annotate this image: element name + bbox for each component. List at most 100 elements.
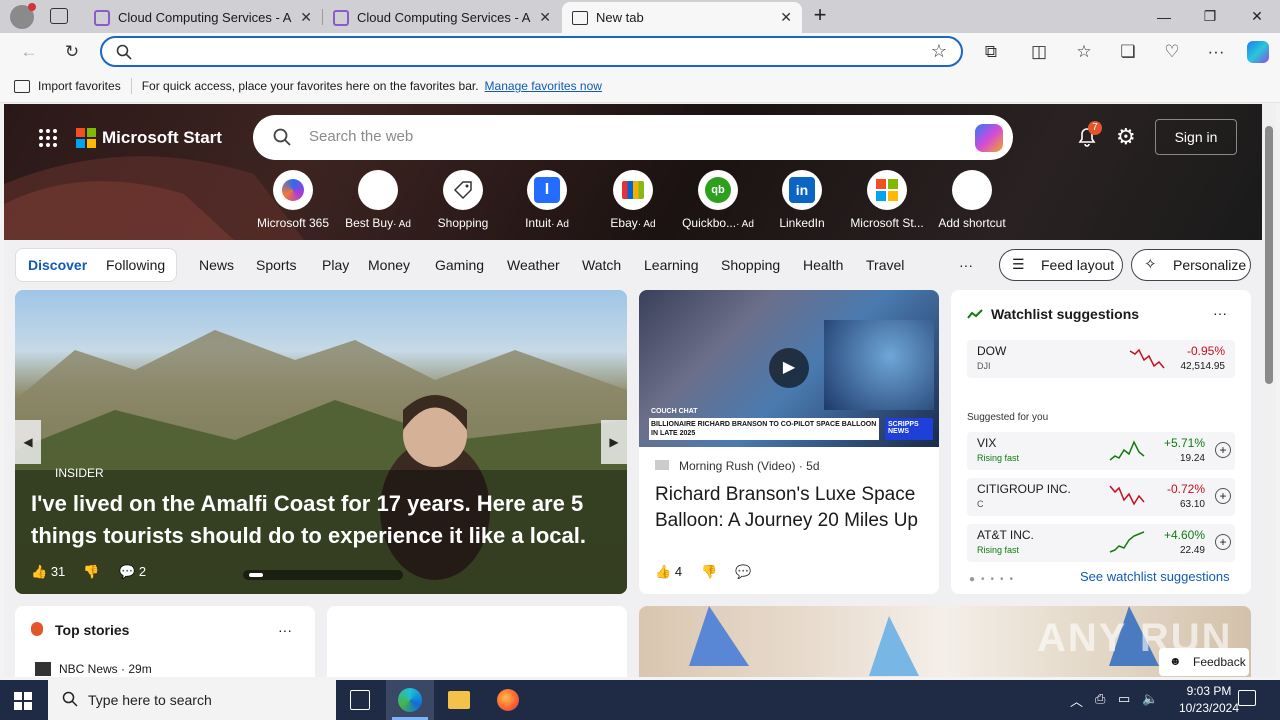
shortcut-best-buy[interactable]: BEST BUY Best Buy· Ad: [333, 170, 423, 230]
tab-actions-icon[interactable]: [50, 8, 68, 24]
page-scrollbar[interactable]: [1262, 104, 1276, 677]
category-money[interactable]: Money: [368, 257, 410, 273]
comments-button[interactable]: 💬: [735, 564, 751, 580]
category-travel[interactable]: Travel: [866, 257, 904, 273]
video-thumbnail[interactable]: ▶ COUCH CHAT BILLIONAIRE RICHARD BRANSON…: [639, 290, 939, 447]
feed-layout-button[interactable]: ☰ Feed layout: [999, 249, 1123, 281]
feedback-button[interactable]: ☻ Feedback: [1159, 648, 1249, 676]
add-shortcut-button[interactable]: + Add shortcut: [927, 170, 1017, 230]
browser-essentials-icon[interactable]: ♡: [1157, 37, 1187, 67]
browser-tab[interactable]: Cloud Computing Services - Am ✕: [323, 2, 561, 33]
notifications-bell-icon[interactable]: 7: [1076, 121, 1102, 148]
category-news[interactable]: News: [199, 257, 234, 273]
like-button[interactable]: 👍 4: [655, 564, 682, 580]
category-learning[interactable]: Learning: [644, 257, 699, 273]
network-icon[interactable]: ▭: [1118, 691, 1130, 707]
search-icon: [62, 691, 78, 707]
category-sports[interactable]: Sports: [256, 257, 296, 273]
dislike-button[interactable]: 👎: [83, 564, 99, 580]
copilot-icon[interactable]: [975, 124, 1003, 152]
refresh-button[interactable]: ↻: [57, 37, 87, 67]
dislike-button[interactable]: 👎: [701, 564, 717, 580]
image-story-card[interactable]: ANY RUN ☻ Feedback: [639, 606, 1251, 677]
collections-icon[interactable]: ❏: [1113, 37, 1143, 67]
shortcut-microsoft-store[interactable]: Microsoft St...: [842, 170, 932, 230]
profile-avatar[interactable]: [10, 3, 36, 29]
shortcut-microsoft-365[interactable]: Microsoft 365: [248, 170, 338, 230]
comments-button[interactable]: 💬 2: [119, 564, 146, 580]
category-shopping[interactable]: Shopping: [721, 257, 780, 273]
category-gaming[interactable]: Gaming: [435, 257, 484, 273]
tray-chevron-icon[interactable]: ︿: [1070, 691, 1083, 710]
watchlist-more-button[interactable]: ···: [1213, 305, 1227, 321]
settings-more-icon[interactable]: ···: [1201, 37, 1231, 67]
firefox-icon[interactable]: [497, 689, 519, 711]
file-explorer-icon[interactable]: [448, 691, 470, 709]
browser-tab[interactable]: Cloud Computing Services - Am ✕: [84, 2, 322, 33]
close-icon[interactable]: ✕: [539, 9, 551, 26]
favorite-star-icon[interactable]: ☆: [931, 41, 947, 62]
stock-row[interactable]: CITIGROUP INC. C -0.72% 63.10 +: [967, 478, 1235, 516]
back-button[interactable]: ←: [14, 37, 44, 67]
manage-favorites-link[interactable]: Manage favorites now: [485, 79, 602, 93]
story-headline[interactable]: Richard Branson's Luxe Space Balloon: A …: [655, 482, 930, 534]
web-search-input[interactable]: Search the web: [309, 128, 413, 145]
stock-row-dow[interactable]: DOW DJI -0.95% 42,514.95: [967, 340, 1235, 378]
category-weather[interactable]: Weather: [507, 257, 560, 273]
top-stories-more-button[interactable]: ···: [278, 622, 292, 638]
carousel-prev-button[interactable]: ◀: [15, 420, 41, 464]
tab-following[interactable]: Following: [106, 257, 165, 273]
stock-row[interactable]: VIX Rising fast +5.71% 19.24 +: [967, 432, 1235, 470]
taskbar-search-box[interactable]: Type here to search: [48, 680, 336, 720]
web-search-box[interactable]: Search the web: [253, 115, 1013, 160]
settings-gear-icon[interactable]: ⚙: [1116, 126, 1136, 148]
microsoft-start-logo[interactable]: Microsoft Start: [102, 128, 222, 148]
edge-taskbar-icon[interactable]: [386, 680, 434, 720]
shortcut-quickbooks[interactable]: qb Quickbo...· Ad: [673, 170, 763, 230]
category-watch[interactable]: Watch: [582, 257, 621, 273]
tray-device-icon[interactable]: ⎙: [1095, 691, 1105, 707]
shortcut-linkedin[interactable]: in LinkedIn: [757, 170, 847, 230]
close-window-button[interactable]: ✕: [1234, 0, 1280, 33]
story-headline[interactable]: I've lived on the Amalfi Coast for 17 ye…: [31, 488, 621, 552]
browser-tab-active[interactable]: New tab ✕: [562, 2, 802, 33]
tab-discover[interactable]: Discover: [28, 257, 87, 273]
notification-center-icon[interactable]: [1238, 690, 1256, 706]
shortcut-ebay[interactable]: Ebay· Ad: [588, 170, 678, 230]
close-icon[interactable]: ✕: [300, 9, 312, 26]
copilot-icon[interactable]: [1243, 37, 1273, 67]
volume-icon[interactable]: 🔈: [1142, 691, 1158, 707]
sign-in-button[interactable]: Sign in: [1155, 119, 1237, 155]
task-view-icon[interactable]: [350, 690, 370, 710]
nbc-logo-icon: [35, 662, 51, 676]
address-bar[interactable]: ☆: [100, 36, 963, 67]
video-story-card[interactable]: ▶ COUCH CHAT BILLIONAIRE RICHARD BRANSON…: [639, 290, 939, 594]
category-health[interactable]: Health: [803, 257, 843, 273]
add-to-watchlist-icon[interactable]: +: [1215, 534, 1231, 550]
more-categories-button[interactable]: ···: [959, 257, 973, 273]
import-favorites-button[interactable]: Import favorites: [38, 79, 121, 93]
see-watchlist-link[interactable]: See watchlist suggestions: [1080, 569, 1230, 584]
hero-story-card[interactable]: ◀ ▶ INSIDER I've lived on the Amalfi Coa…: [15, 290, 627, 594]
shortcut-shopping[interactable]: Shopping: [418, 170, 508, 230]
stock-row[interactable]: AT&T INC. Rising fast +4.60% 22.49 +: [967, 524, 1235, 562]
close-icon[interactable]: ✕: [780, 9, 792, 26]
split-screen-icon[interactable]: ◫: [1024, 37, 1054, 67]
clock-time[interactable]: 9:03 PM: [1174, 684, 1244, 698]
play-button-icon[interactable]: ▶: [769, 348, 809, 388]
personalize-button[interactable]: ✧ Personalize: [1131, 249, 1251, 281]
like-button[interactable]: 👍 31: [31, 564, 65, 580]
add-to-watchlist-icon[interactable]: +: [1215, 442, 1231, 458]
restore-button[interactable]: ❐: [1187, 0, 1233, 33]
favorites-icon[interactable]: ☆: [1069, 37, 1099, 67]
start-button[interactable]: [14, 692, 32, 710]
category-play[interactable]: Play: [322, 257, 349, 273]
add-to-watchlist-icon[interactable]: +: [1215, 488, 1231, 504]
carousel-next-button[interactable]: ▶: [601, 420, 627, 464]
new-tab-button[interactable]: +: [808, 3, 832, 27]
minimize-button[interactable]: —: [1141, 0, 1187, 33]
best-buy-icon: BEST BUY: [358, 170, 398, 210]
shortcut-intuit[interactable]: I Intuit· Ad: [502, 170, 592, 230]
extensions-icon[interactable]: ⧉: [976, 37, 1006, 67]
apps-launcher-icon[interactable]: [38, 128, 58, 148]
